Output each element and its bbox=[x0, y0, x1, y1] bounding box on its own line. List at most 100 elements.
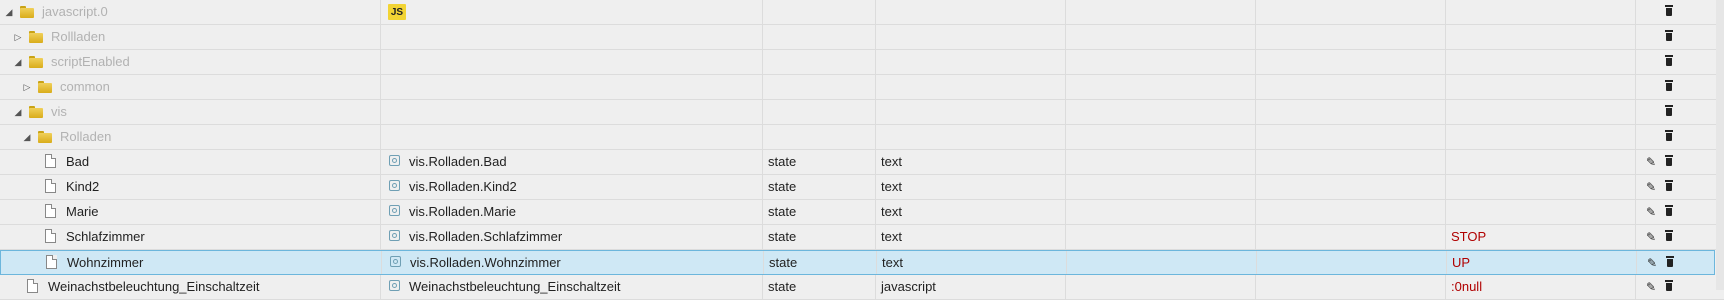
column-separator bbox=[381, 251, 382, 274]
type-cell bbox=[763, 75, 880, 99]
column-separator bbox=[1255, 100, 1256, 124]
node-label: Rollladen bbox=[51, 29, 106, 44]
folder-icon bbox=[29, 56, 43, 68]
node-label: Weinachstbeleuchtung_Einschaltzeit bbox=[48, 279, 260, 294]
tree-row[interactable]: Schlafzimmer vis.Rolladen.Schlafzimmer sta… bbox=[0, 225, 1724, 250]
type-cell bbox=[763, 25, 880, 49]
pencil-icon[interactable]: ✎ bbox=[1644, 205, 1658, 219]
tree-row[interactable]: ▷ common bbox=[0, 75, 1724, 100]
column-separator bbox=[380, 125, 381, 149]
type-cell: state bbox=[768, 179, 797, 194]
trash-icon[interactable] bbox=[1662, 180, 1676, 194]
folder-icon bbox=[20, 6, 34, 18]
value-cell bbox=[1446, 75, 1640, 99]
pencil-icon[interactable]: ✎ bbox=[1644, 280, 1658, 294]
role-cell bbox=[876, 100, 1070, 124]
file-icon bbox=[46, 255, 57, 269]
name-cell: Wohnzimmer bbox=[1, 251, 381, 275]
triangle-down-icon[interactable]: ◢ bbox=[4, 0, 14, 24]
triangle-down-icon[interactable]: ◢ bbox=[22, 125, 32, 149]
column-separator bbox=[1255, 50, 1256, 74]
trash-icon[interactable] bbox=[1662, 30, 1676, 44]
triangle-down-icon[interactable]: ◢ bbox=[13, 100, 23, 124]
tree-row[interactable]: ◢ scriptEnabled bbox=[0, 50, 1724, 75]
value-cell: UP bbox=[1452, 255, 1471, 270]
tree-row[interactable]: ◢ vis bbox=[0, 100, 1724, 125]
tree-row[interactable]: Wohnzimmer vis.Rolladen.Wohnzimmer state te… bbox=[0, 250, 1715, 275]
value-cell bbox=[1446, 175, 1640, 199]
node-label: Wohnzimmer bbox=[67, 255, 144, 270]
js-adapter-icon: JS bbox=[388, 4, 406, 20]
name-cell: Kind2 bbox=[0, 175, 380, 199]
id-cell: vis.Rolladen.Kind2 bbox=[409, 179, 517, 194]
tree-row[interactable]: Weinachstbeleuchtung_Einschaltzeit Weinac… bbox=[0, 275, 1724, 300]
type-cell bbox=[763, 0, 880, 24]
column-separator bbox=[380, 275, 381, 299]
trash-icon[interactable] bbox=[1662, 130, 1676, 144]
folder-icon bbox=[29, 106, 43, 118]
trash-icon[interactable] bbox=[1662, 105, 1676, 119]
type-cell: state bbox=[768, 279, 797, 294]
pencil-icon[interactable]: ✎ bbox=[1645, 256, 1659, 270]
trash-icon[interactable] bbox=[1662, 155, 1676, 169]
value-cell bbox=[1446, 125, 1640, 149]
trash-icon[interactable] bbox=[1662, 205, 1676, 219]
state-icon bbox=[389, 155, 400, 166]
trash-icon[interactable] bbox=[1663, 256, 1677, 270]
node-label: Schlafzimmer bbox=[66, 229, 145, 244]
state-icon bbox=[389, 205, 400, 216]
folder-icon bbox=[29, 31, 43, 43]
pencil-icon[interactable]: ✎ bbox=[1644, 180, 1658, 194]
trash-icon[interactable] bbox=[1662, 230, 1676, 244]
node-label: Bad bbox=[66, 154, 90, 169]
column-separator bbox=[380, 200, 381, 224]
id-cell: vis.Rolladen.Schlafzimmer bbox=[409, 229, 563, 244]
value-cell bbox=[1446, 50, 1640, 74]
file-icon bbox=[27, 279, 38, 293]
state-icon bbox=[389, 180, 400, 191]
trash-icon[interactable] bbox=[1662, 80, 1676, 94]
pencil-icon[interactable]: ✎ bbox=[1644, 155, 1658, 169]
id-cell: vis.Rolladen.Wohnzimmer bbox=[410, 255, 561, 270]
state-icon bbox=[389, 230, 400, 241]
name-cell: Marie bbox=[0, 200, 380, 224]
trash-icon[interactable] bbox=[1662, 280, 1676, 294]
column-separator bbox=[1255, 175, 1256, 199]
node-label: Rolladen bbox=[60, 129, 112, 144]
name-cell: ◢ vis bbox=[0, 100, 380, 124]
pencil-icon[interactable]: ✎ bbox=[1644, 230, 1658, 244]
tree-row[interactable]: Kind2 vis.Rolladen.Kind2 state text ✎ bbox=[0, 175, 1724, 200]
value-cell bbox=[1446, 100, 1640, 124]
tree-row[interactable]: Marie vis.Rolladen.Marie state text ✎ bbox=[0, 200, 1724, 225]
triangle-down-icon[interactable]: ◢ bbox=[13, 50, 23, 74]
type-cell: state bbox=[768, 229, 797, 244]
type-cell bbox=[763, 100, 880, 124]
tree-row[interactable]: Bad vis.Rolladen.Bad state text ✎ bbox=[0, 150, 1724, 175]
column-separator bbox=[380, 75, 381, 99]
type-cell: state bbox=[768, 154, 797, 169]
column-separator bbox=[1256, 251, 1257, 274]
type-cell bbox=[763, 125, 880, 149]
type-cell bbox=[763, 50, 880, 74]
tree-row[interactable]: ◢ Rolladen bbox=[0, 125, 1724, 150]
triangle-right-icon[interactable]: ▷ bbox=[13, 25, 23, 49]
tree-row[interactable]: ▷ Rollladen bbox=[0, 25, 1724, 50]
column-separator bbox=[1255, 75, 1256, 99]
node-label: vis bbox=[51, 104, 67, 119]
role-cell bbox=[876, 0, 1070, 24]
node-label: Marie bbox=[66, 204, 99, 219]
node-label: scriptEnabled bbox=[51, 54, 130, 69]
triangle-right-icon[interactable]: ▷ bbox=[22, 75, 32, 99]
vertical-scrollbar[interactable] bbox=[1716, 0, 1724, 290]
tree-row[interactable]: ◢ javascript.0 JS bbox=[0, 0, 1724, 25]
column-separator bbox=[380, 175, 381, 199]
node-label: javascript.0 bbox=[42, 4, 108, 19]
file-icon bbox=[45, 229, 56, 243]
trash-icon[interactable] bbox=[1662, 55, 1676, 69]
role-cell: text bbox=[881, 229, 902, 244]
id-cell: Weinachstbeleuchtung_Einschaltzeit bbox=[409, 279, 621, 294]
value-cell: STOP bbox=[1451, 229, 1487, 244]
name-cell: Bad bbox=[0, 150, 380, 174]
column-separator bbox=[380, 150, 381, 174]
trash-icon[interactable] bbox=[1662, 5, 1676, 19]
